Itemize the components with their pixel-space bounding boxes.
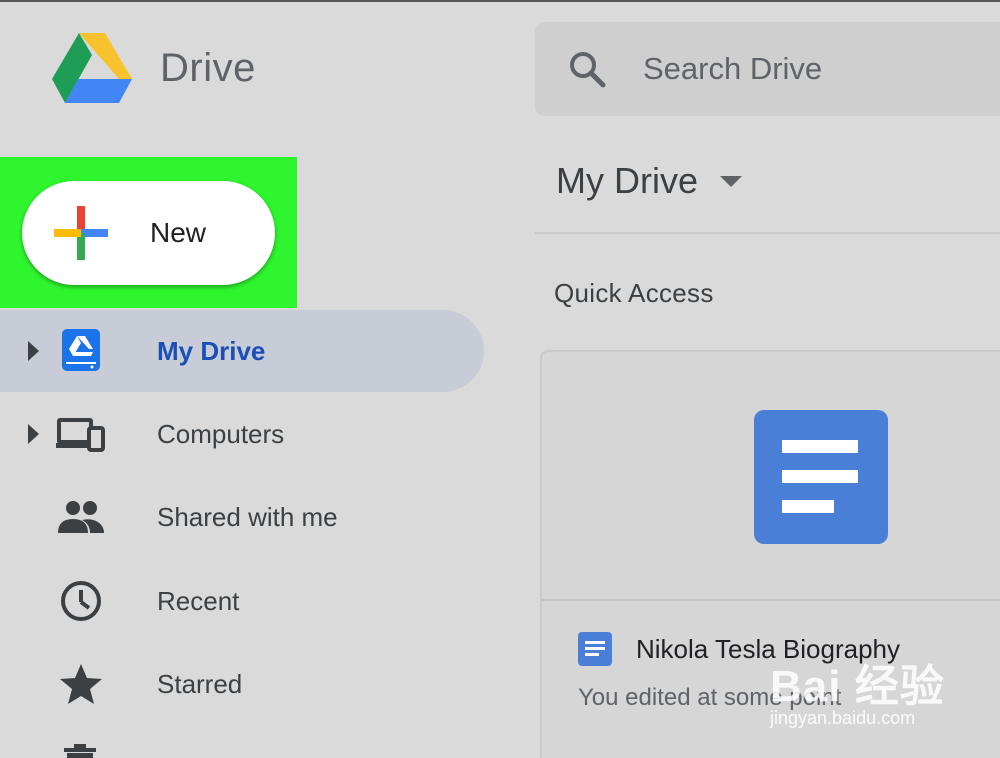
search-input[interactable] <box>641 50 985 88</box>
my-drive-dropdown[interactable]: My Drive <box>556 160 742 202</box>
docs-icon <box>754 410 888 544</box>
sidebar-item-computers[interactable]: Computers <box>0 393 484 475</box>
trash-icon <box>64 744 96 758</box>
expand-caret-icon[interactable] <box>28 341 39 361</box>
sidebar-item-shared-with-me[interactable]: Shared with me <box>0 476 484 558</box>
sidebar-item-starred[interactable]: Starred <box>0 643 484 725</box>
expand-caret-icon[interactable] <box>28 424 39 444</box>
quick-access-heading: Quick Access <box>554 278 714 308</box>
search-bar[interactable] <box>535 22 1000 116</box>
drive-screen: Drive New My Drive <box>0 0 1000 758</box>
app-name: Drive <box>160 45 256 90</box>
chevron-down-icon <box>720 175 742 187</box>
sidebar-item-label: Shared with me <box>157 501 338 532</box>
drive-icon <box>62 329 100 371</box>
star-icon <box>60 664 102 704</box>
page-title: My Drive <box>556 160 698 201</box>
sidebar-item-label: Starred <box>157 668 243 699</box>
sidebar-item-label: Computers <box>157 418 285 449</box>
watermark-logo: Bai 经验 <box>770 662 945 711</box>
brand[interactable]: Drive <box>52 32 256 104</box>
file-preview <box>542 352 1000 600</box>
plus-icon <box>54 206 108 260</box>
divider <box>535 232 1000 234</box>
sidebar-item-label: Recent <box>157 585 240 616</box>
search-icon[interactable] <box>567 49 607 89</box>
top-border <box>0 0 1000 2</box>
people-icon <box>58 501 104 533</box>
watermark-url: jingyan.baidu.com <box>770 708 916 728</box>
sidebar-item-my-drive[interactable]: My Drive <box>0 310 484 392</box>
watermark: Bai 经验 jingyan.baidu.com <box>770 650 1000 740</box>
new-button[interactable]: New <box>22 181 275 285</box>
sidebar-item-label: My Drive <box>157 335 266 366</box>
docs-icon <box>578 632 612 666</box>
divider <box>542 599 1000 601</box>
new-button-label: New <box>150 217 207 248</box>
clock-icon <box>61 581 101 621</box>
computers-icon <box>56 418 105 452</box>
sidebar-item-recent[interactable]: Recent <box>0 560 484 642</box>
drive-logo-icon <box>52 33 132 103</box>
